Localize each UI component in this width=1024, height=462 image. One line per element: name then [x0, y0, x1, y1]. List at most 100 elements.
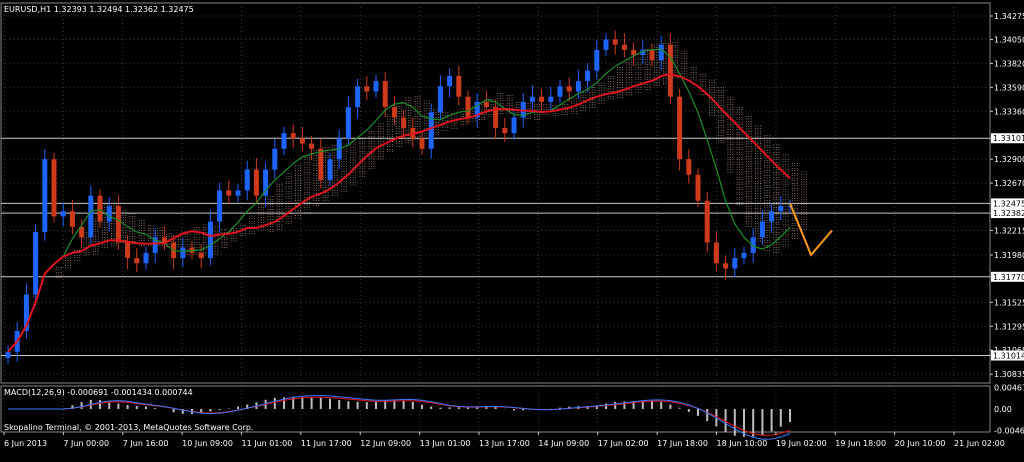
macd-tick-label: 0.00467	[994, 384, 1024, 393]
candle-body	[658, 44, 664, 61]
candle-body	[299, 138, 305, 144]
candle-body	[713, 242, 719, 264]
candle-body	[612, 39, 618, 45]
candle-body	[529, 96, 535, 102]
price-tag-label: 1.31770	[993, 273, 1024, 282]
candle-body	[235, 190, 241, 196]
candle-body	[483, 101, 489, 108]
time-tick-label: 18 Jun 10:00	[717, 439, 768, 448]
candle-body	[327, 159, 333, 180]
time-tick-label: 20 Jun 10:00	[895, 439, 946, 448]
time-tick-label: 21 Jun 02:00	[954, 439, 1005, 448]
candle-body	[345, 107, 351, 139]
horizontal-levels	[1, 137, 990, 357]
candle-body	[42, 159, 48, 233]
candle-body	[198, 252, 204, 259]
candle-body	[290, 133, 296, 139]
candle-body	[465, 96, 471, 118]
candle-body	[180, 247, 186, 259]
price-tag-label: 1.33101	[993, 134, 1024, 143]
candle-body	[686, 159, 692, 175]
candle-body	[677, 96, 683, 160]
candle-body	[695, 174, 701, 201]
chart-window[interactable]: 1.34275 1.34050 1.33820 1.33590 1.33360 1.331…	[0, 0, 1024, 462]
candle-body	[253, 169, 259, 196]
candle-body	[97, 195, 103, 222]
time-tick-label: 12 Jun 09:00	[360, 439, 411, 448]
candle-body	[741, 252, 747, 259]
candle-body	[667, 44, 673, 97]
price-tick-label: 1.33590	[994, 83, 1024, 92]
time-tick-label: 13 Jun 17:00	[479, 439, 530, 448]
candle-body	[134, 258, 140, 264]
time-tick-label: 6 Jun 2013	[4, 439, 47, 448]
time-tick-label: 19 Jun 02:00	[776, 439, 827, 448]
candle-body	[263, 169, 269, 196]
grid-lines	[1, 3, 990, 432]
candle-body	[566, 86, 572, 92]
time-tick-label: 19 Jun 18:00	[835, 439, 886, 448]
candle-body	[373, 81, 379, 92]
price-tick-label: 1.31980	[994, 251, 1024, 260]
candle-body	[391, 107, 397, 118]
candle-body	[437, 86, 443, 113]
candle-body	[631, 49, 637, 56]
price-tick-label: 1.31525	[994, 298, 1024, 307]
candle-body	[106, 206, 112, 222]
time-tick-label: 13 Jun 01:00	[420, 439, 471, 448]
time-axis: 6 Jun 2013 7 Jun 00:00 7 Jun 16:00 10 Jun 0…	[3, 432, 1005, 448]
candle-body	[33, 232, 39, 295]
candle-body	[309, 143, 315, 149]
candle-body	[548, 96, 554, 102]
macd-header: MACD(12,26,9) -0.000691 -0.001434 0.0007…	[4, 388, 193, 397]
price-axis: 1.34275 1.34050 1.33820 1.33590 1.33360 1.331…	[990, 12, 1024, 379]
copyright-text: Skopalino Terminal, © 2001-2013, MetaQuo…	[4, 423, 253, 432]
price-tag-label: 1.32382	[993, 209, 1024, 218]
candle-body	[318, 148, 324, 180]
candle-body	[125, 242, 131, 259]
macd-tick-label: 0.00	[994, 405, 1012, 414]
price-tick-label: 1.30835	[994, 370, 1024, 379]
time-tick-label: 11 Jun 01:00	[242, 439, 293, 448]
candle-body	[557, 86, 563, 97]
price-tag-label: 1.31014	[993, 352, 1024, 361]
time-tick-label: 7 Jun 00:00	[63, 439, 109, 448]
candle-body	[51, 159, 57, 217]
candle-body	[428, 112, 434, 149]
candle-body	[456, 75, 462, 97]
candle-body	[88, 195, 94, 238]
candle-body	[585, 70, 591, 82]
candle-body	[281, 133, 287, 149]
candle-body	[732, 258, 738, 269]
candle-body	[60, 211, 66, 217]
price-tick-label: 1.33360	[994, 107, 1024, 116]
candle-body	[603, 39, 609, 50]
price-tick-label: 1.33820	[994, 59, 1024, 68]
candle-body	[511, 117, 517, 134]
candle-body	[364, 86, 370, 92]
price-chart[interactable]: 1.34275 1.34050 1.33820 1.33590 1.33360 1.331…	[0, 0, 1024, 462]
price-tick-label: 1.32900	[994, 155, 1024, 164]
price-tick-label: 1.32670	[994, 179, 1024, 188]
price-tick-label: 1.34275	[994, 12, 1024, 21]
candle-body	[539, 96, 545, 102]
candle-body	[382, 81, 388, 108]
candle-body	[447, 75, 453, 87]
time-tick-label: 7 Jun 16:00	[123, 439, 169, 448]
price-tag-label: 1.32475	[993, 199, 1024, 208]
candle-body	[5, 351, 11, 359]
candle-body	[769, 211, 775, 222]
candle-body	[207, 221, 213, 259]
candle-body	[217, 190, 223, 222]
candle-body	[143, 252, 149, 264]
price-tick-label: 1.34050	[994, 35, 1024, 44]
candle-body	[723, 263, 729, 269]
time-tick-label: 17 Jun 02:00	[598, 439, 649, 448]
candle-body	[621, 44, 627, 50]
symbol-header: EURUSD,H1 1.32393 1.32494 1.32362 1.3247…	[4, 5, 194, 14]
candle-body	[272, 148, 278, 170]
candle-body	[244, 169, 250, 191]
time-tick-label: 17 Jun 18:00	[657, 439, 708, 448]
candle-body	[226, 190, 232, 196]
time-tick-label: 11 Jun 17:00	[301, 439, 352, 448]
